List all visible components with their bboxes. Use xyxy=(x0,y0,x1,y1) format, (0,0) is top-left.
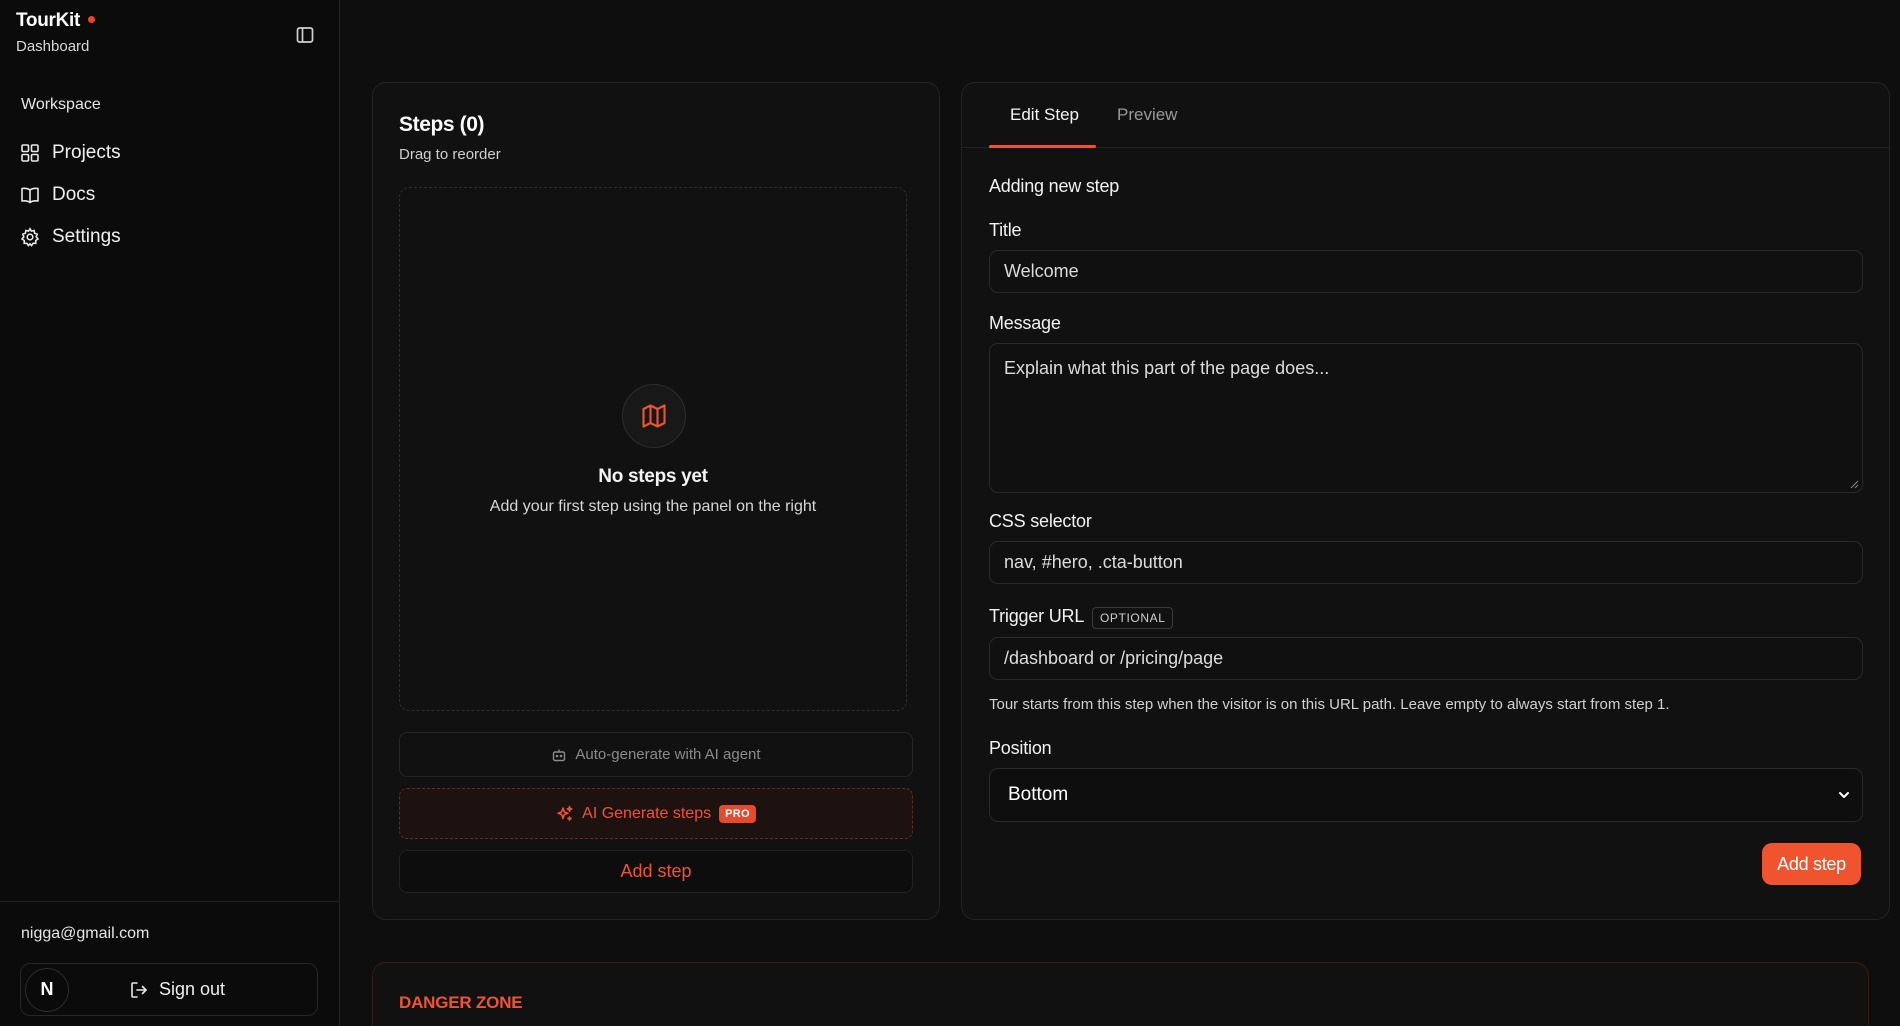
sign-out-label: Sign out xyxy=(159,979,226,999)
empty-state-icon-wrapper xyxy=(622,384,686,448)
brand-name: TourKit xyxy=(16,10,81,31)
css-selector-label: CSS selector xyxy=(989,511,1092,531)
brand-name-row: TourKit xyxy=(16,10,96,32)
avatar[interactable]: N xyxy=(25,967,69,1012)
sidebar-item-settings[interactable]: Settings xyxy=(20,216,320,258)
sparkles-icon xyxy=(557,805,573,821)
pro-badge: PRO xyxy=(719,804,756,823)
empty-state-subtitle: Add your first step using the panel on t… xyxy=(489,498,817,515)
sidebar-item-docs[interactable]: Docs xyxy=(20,174,320,216)
app-root: TourKit Dashboard Workspace Projects Doc… xyxy=(0,0,1900,1026)
resize-handle-icon[interactable] xyxy=(1850,480,1859,489)
position-select[interactable]: Bottom xyxy=(989,768,1863,822)
message-textarea[interactable]: Explain what this part of the page does.… xyxy=(989,343,1863,493)
position-label: Position xyxy=(989,738,1052,758)
steps-dropzone[interactable]: No steps yet Add your first step using t… xyxy=(399,187,907,711)
chevron-down-icon xyxy=(1839,792,1849,798)
danger-zone: DANGER ZONE xyxy=(372,962,1869,1026)
ai-generate-label: AI Generate steps xyxy=(582,804,712,822)
sign-out-button[interactable]: Sign out xyxy=(129,979,225,1000)
gear-icon xyxy=(20,227,40,247)
tab-edit-step[interactable]: Edit Step xyxy=(1010,105,1079,125)
sidebar-footer: nigga@gmail.com N Sign out xyxy=(0,901,339,1026)
editor-tabs: Edit Step Preview xyxy=(962,83,1889,148)
sidebar-nav: Projects Docs Settings xyxy=(20,132,320,258)
steps-panel: Steps (0) Drag to reorder No steps yet A… xyxy=(372,82,940,920)
brand-subtitle: Dashboard xyxy=(16,38,90,55)
map-icon xyxy=(642,404,666,428)
css-selector-input[interactable]: nav, #hero, .cta-button xyxy=(989,541,1863,584)
trigger-url-helper-text: Tour starts from this step when the visi… xyxy=(989,696,1670,713)
grid-icon xyxy=(21,144,39,162)
sidebar-item-projects[interactable]: Projects xyxy=(20,132,320,174)
optional-badge: OPTIONAL xyxy=(1092,607,1174,629)
empty-state-title: No steps yet xyxy=(598,466,708,487)
title-label: Title xyxy=(989,220,1022,240)
auto-generate-label: Auto-generate with AI agent xyxy=(575,746,761,763)
section-label: Workspace xyxy=(21,96,101,113)
edit-step-panel: Edit Step Preview Adding new step Title … xyxy=(961,82,1890,920)
user-email: nigga@gmail.com xyxy=(21,925,150,942)
sidebar-toggle-icon xyxy=(296,27,314,43)
auto-generate-button[interactable]: Auto-generate with AI agent xyxy=(399,732,913,777)
add-step-button-secondary[interactable]: Add step xyxy=(399,850,913,893)
active-tab-indicator xyxy=(989,145,1096,148)
form-heading: Adding new step xyxy=(989,176,1120,196)
main-content: Steps (0) Drag to reorder No steps yet A… xyxy=(340,0,1900,1026)
trigger-url-placeholder: /dashboard or /pricing/page xyxy=(1004,648,1224,668)
message-textarea-placeholder: Explain what this part of the page does.… xyxy=(1004,358,1330,378)
add-step-button[interactable]: Add step xyxy=(1762,843,1861,885)
steps-title: Steps (0) xyxy=(399,113,485,136)
css-selector-placeholder: nav, #hero, .cta-button xyxy=(1004,552,1183,572)
user-box: N Sign out xyxy=(20,963,318,1016)
trigger-url-input[interactable]: /dashboard or /pricing/page xyxy=(989,637,1863,680)
title-input[interactable]: Welcome xyxy=(989,250,1863,293)
ai-generate-steps-button[interactable]: AI Generate steps PRO xyxy=(399,788,913,839)
sidebar-item-label: Settings xyxy=(52,226,121,247)
title-input-placeholder: Welcome xyxy=(1004,261,1079,281)
sidebar: TourKit Dashboard Workspace Projects Doc… xyxy=(0,0,340,1026)
bot-icon xyxy=(553,749,566,761)
sign-out-icon xyxy=(131,981,147,998)
sidebar-item-label: Projects xyxy=(52,142,121,163)
steps-subtitle: Drag to reorder xyxy=(399,146,501,163)
tab-preview[interactable]: Preview xyxy=(1117,105,1177,125)
brand: TourKit Dashboard xyxy=(16,10,96,55)
status-dot xyxy=(88,15,96,23)
message-label: Message xyxy=(989,313,1061,333)
danger-zone-title: DANGER ZONE xyxy=(399,993,523,1012)
sidebar-item-label: Docs xyxy=(52,184,96,205)
trigger-url-label: Trigger URL xyxy=(989,606,1085,626)
book-icon xyxy=(21,187,39,204)
position-select-value: Bottom xyxy=(1008,784,1069,805)
sidebar-toggle-button[interactable] xyxy=(292,22,318,48)
